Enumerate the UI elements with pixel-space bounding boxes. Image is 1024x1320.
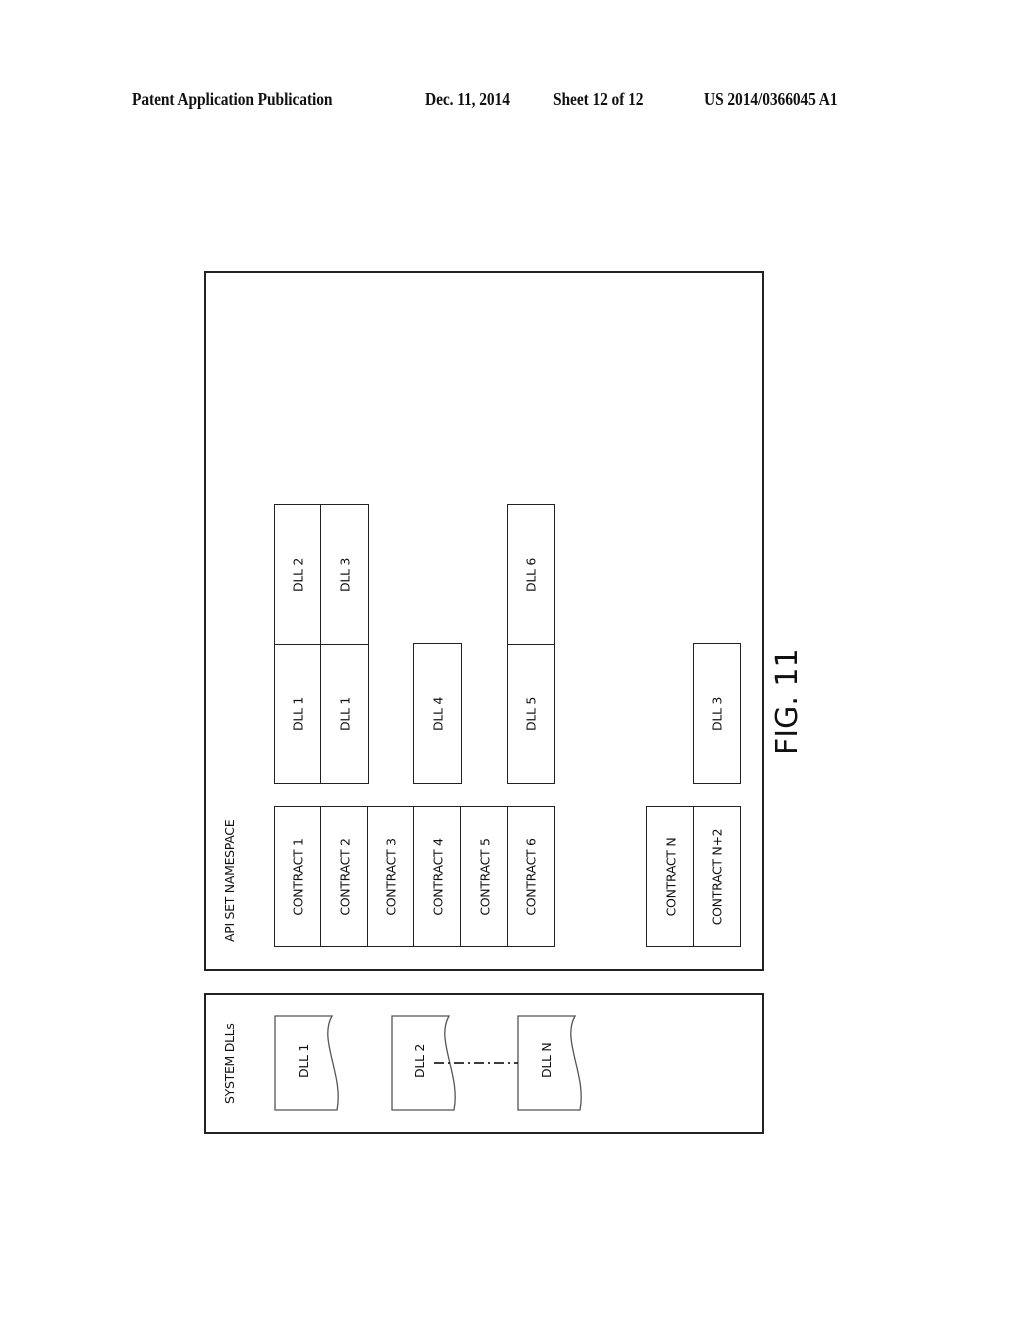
system-dll-label: DLL N <box>539 1042 554 1078</box>
system-dll-label: DLL 1 <box>296 1044 311 1078</box>
system-dll-label: DLL 2 <box>412 1044 427 1078</box>
system-dll-documents <box>274 1015 582 1111</box>
